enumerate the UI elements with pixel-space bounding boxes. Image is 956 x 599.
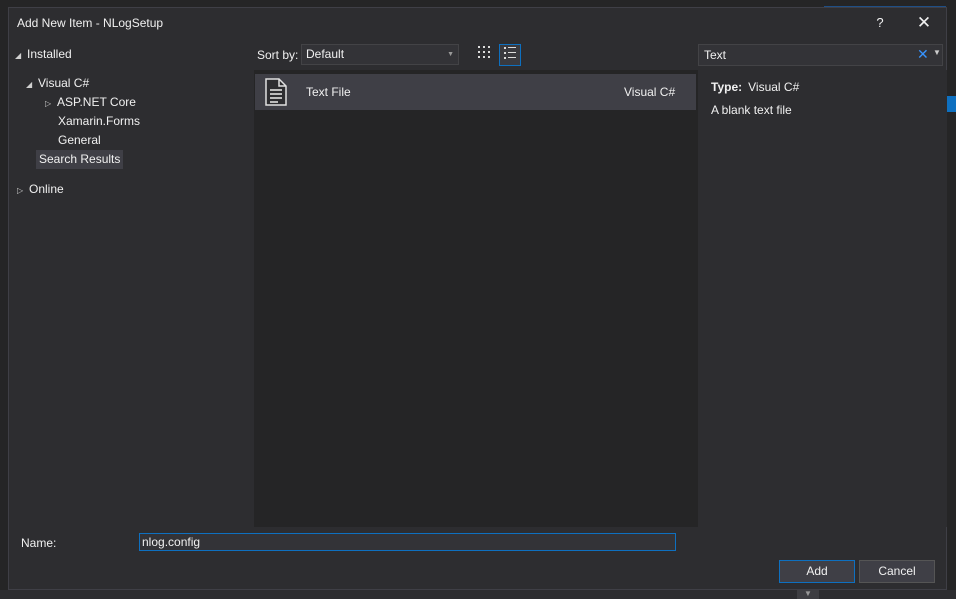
tree-item-visual-csharp[interactable]: ◢ Visual C# <box>26 74 89 93</box>
template-details: Type: Visual C# A blank text file <box>698 70 947 527</box>
tree-item-aspnet-core[interactable]: ▷ ASP.NET Core <box>45 93 136 112</box>
dialog-titlebar: Add New Item - NLogSetup ? ✕ <box>9 8 946 39</box>
search-options-icon[interactable]: ▼ <box>933 48 941 57</box>
tree-item-search-results[interactable]: Search Results <box>36 150 124 169</box>
dialog-title: Add New Item - NLogSetup <box>17 16 164 30</box>
name-label: Name: <box>21 536 57 550</box>
tree-item-label: General <box>58 133 101 147</box>
small-icons-view-button[interactable] <box>473 44 495 66</box>
clear-search-icon[interactable]: ✕ <box>917 46 929 63</box>
template-row-text-file[interactable]: Text File Visual C# <box>255 74 696 110</box>
search-input[interactable]: Text ✕ ▼ <box>698 44 943 66</box>
grid-icon <box>478 46 490 58</box>
sort-label: Sort by: <box>257 48 299 62</box>
ide-scroll-down-icon[interactable]: ▼ <box>797 589 819 599</box>
tree-item-online[interactable]: ▷ Online <box>17 180 64 199</box>
detail-description: A blank text file <box>711 103 792 117</box>
name-field[interactable] <box>139 533 676 551</box>
list-view-button[interactable] <box>499 44 521 66</box>
sort-dropdown[interactable]: Default ▼ <box>301 44 459 65</box>
ide-right-panel <box>946 0 956 599</box>
sort-toolbar: Sort by: Default ▼ <box>254 43 698 67</box>
close-button[interactable]: ✕ <box>909 12 939 34</box>
detail-type-label: Type: <box>711 80 743 94</box>
add-new-item-dialog: Add New Item - NLogSetup ? ✕ ◢ Installed … <box>8 7 947 590</box>
tree-item-general[interactable]: General <box>58 131 101 150</box>
tree-item-label: Xamarin.Forms <box>58 114 141 128</box>
list-icon <box>504 47 516 59</box>
tree-item-label: ASP.NET Core <box>57 95 136 109</box>
text-file-icon <box>265 78 287 106</box>
tree-item-label: Installed <box>27 47 72 61</box>
search-input-value: Text <box>704 48 727 62</box>
template-list: Text File Visual C# <box>254 70 698 527</box>
add-button[interactable]: Add <box>779 560 855 583</box>
cancel-button[interactable]: Cancel <box>859 560 935 583</box>
template-language: Visual C# <box>624 85 676 99</box>
tree-item-label: Search Results <box>39 152 121 166</box>
collapse-arrow-icon[interactable]: ◢ <box>15 46 27 65</box>
detail-type-value: Visual C# <box>748 80 800 94</box>
tree-item-label: Online <box>29 182 64 196</box>
help-button[interactable]: ? <box>866 12 894 34</box>
template-name: Text File <box>306 85 351 99</box>
expand-arrow-icon[interactable]: ▷ <box>45 94 57 113</box>
sort-dropdown-value: Default <box>306 47 345 61</box>
collapse-arrow-icon[interactable]: ◢ <box>26 75 38 94</box>
tree-item-installed[interactable]: ◢ Installed <box>15 45 72 64</box>
expand-arrow-icon[interactable]: ▷ <box>17 181 29 200</box>
detail-type: Type: Visual C# <box>711 80 799 94</box>
template-tree: ◢ Installed ◢ Visual C# ▷ ASP.NET Core Xama… <box>9 39 254 527</box>
tree-item-xamarin-forms[interactable]: Xamarin.Forms <box>58 112 140 131</box>
dropdown-arrow-icon: ▼ <box>447 51 454 58</box>
tree-item-label: Visual C# <box>38 76 90 90</box>
